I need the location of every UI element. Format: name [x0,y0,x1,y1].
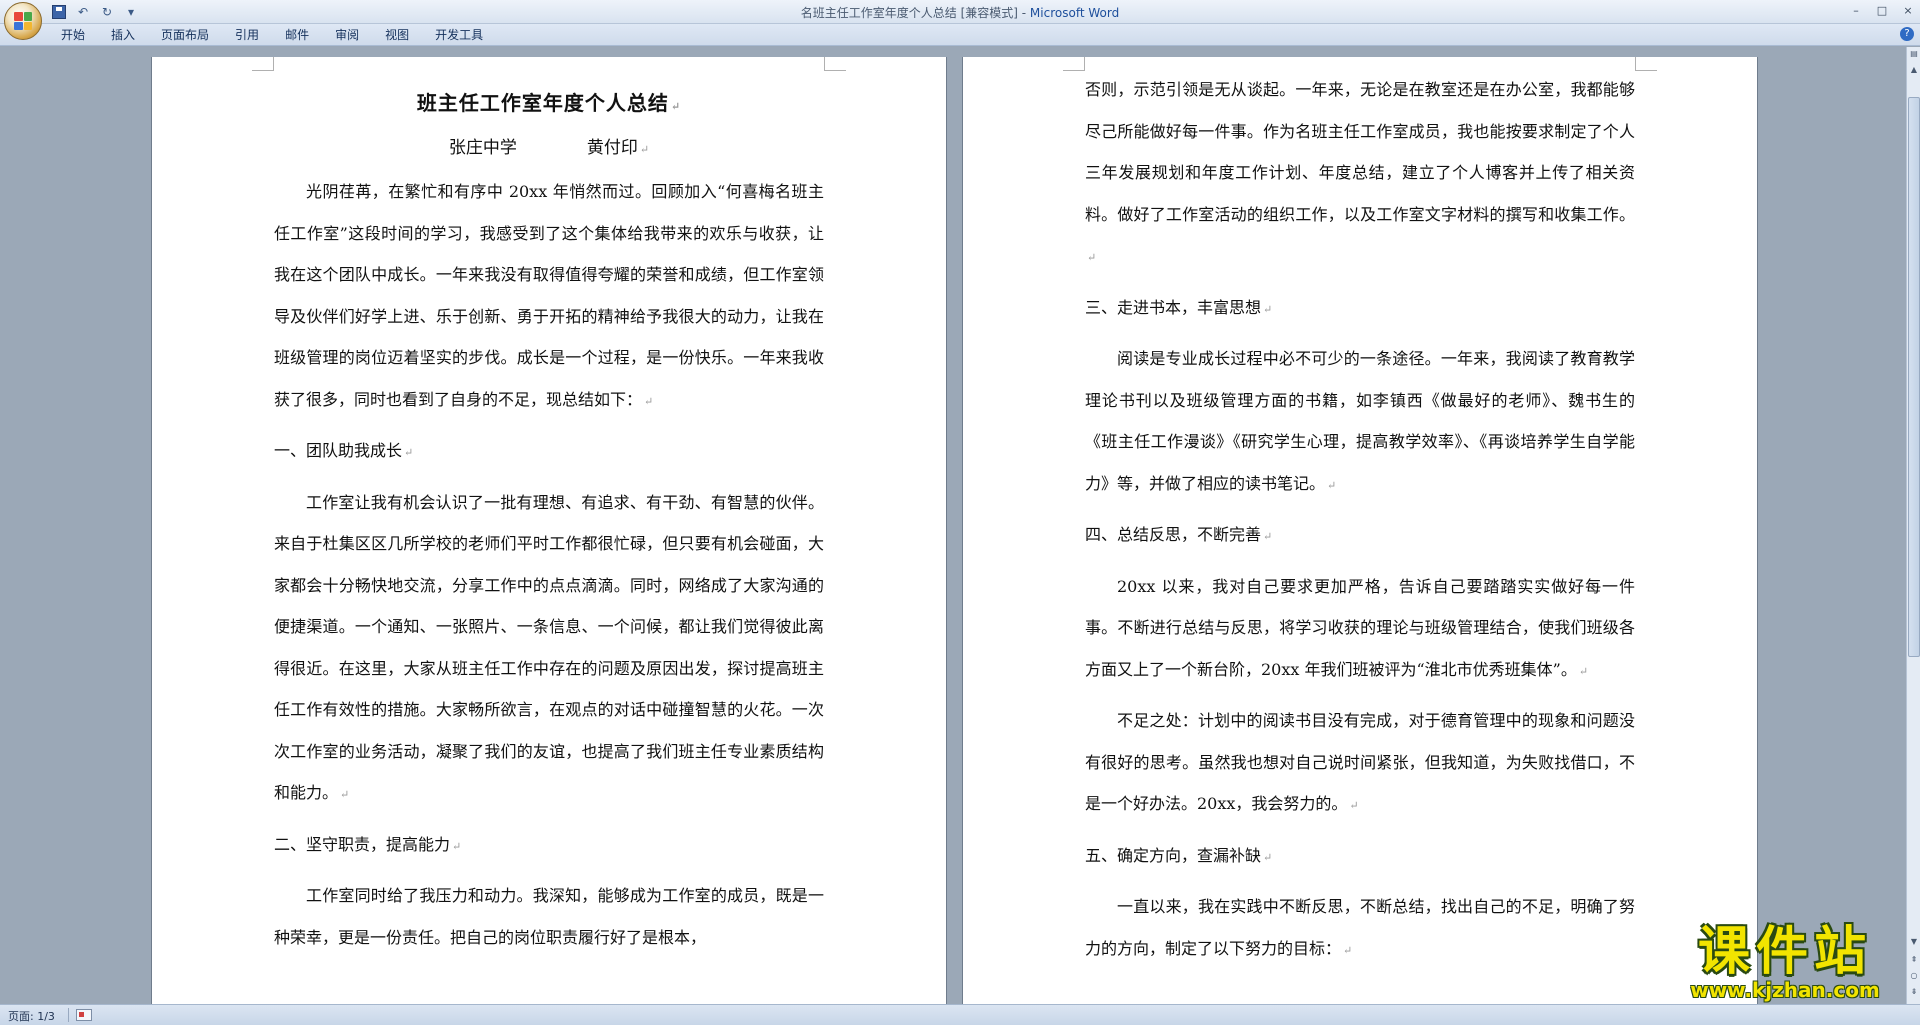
section-heading-2: 二、坚守职责，提高能力 ↵ [274,834,462,854]
paragraph-mark-icon: ↵ [404,446,414,459]
paragraph-mark-icon: ↵ [1263,302,1273,316]
app-name: Microsoft Word [1029,6,1120,20]
next-page-icon[interactable]: ⇟ [1908,985,1920,999]
vertical-scrollbar[interactable]: ▤ ▲ ▼ ⇞ ○ ⇟ [1906,47,1920,1004]
close-button[interactable]: × [1900,2,1916,18]
office-button[interactable] [4,2,42,40]
window-title: 名班主任工作室年度个人总结 [兼容模式] - Microsoft Word [0,4,1920,21]
maximize-button[interactable]: □ [1874,2,1890,18]
section-heading-4: 四、总结反思，不断完善 ↵ [1085,525,1273,544]
paragraph-mark-icon: ↵ [1263,530,1273,543]
ribbon: 开始 插入 页面布局 引用 邮件 审阅 视图 开发工具 ? [0,24,1920,46]
redo-button[interactable]: ↻ [98,3,116,20]
paragraph-mark-icon: ↵ [1087,251,1097,264]
section-heading-1: 一、团队助我成长 ↵ [274,441,414,460]
scrollbar-thumb[interactable] [1908,97,1920,657]
margin-corner-mark [252,57,274,71]
paragraph-mark-icon: ↵ [340,788,350,801]
tab-page-layout[interactable]: 页面布局 [148,27,222,44]
tab-insert[interactable]: 插入 [98,27,148,44]
page-2-content: 否则，示范引领是无从谈起。一年来，无论是在教室还是在办公室，我都能够尽己所能做好… [1085,69,1635,971]
tab-references[interactable]: 引用 [222,27,272,44]
section-3-paragraph: 阅读是专业成长过程中必不可少的一条途径。一年来，我阅读了教育教学理论书刊以及班级… [1085,349,1635,493]
tab-developer[interactable]: 开发工具 [422,27,496,44]
watermark-text: 课件站 [1697,922,1872,982]
chevron-down-icon: ▾ [127,4,135,19]
section-heading-3: 三、走进书本，丰富思想 ↵ [1085,297,1273,317]
intro-paragraph: 光阴荏苒，在繁忙和有序中 20xx 年悄然而过。回顾加入“何喜梅名班主任工作室”… [274,182,824,409]
help-icon[interactable]: ? [1900,27,1914,41]
scroll-up-icon[interactable]: ▲ [1908,63,1920,77]
document-title: 班主任工作室年度个人总结 ↵ [416,91,682,115]
school-name: 张庄中学 [448,138,517,158]
ribbon-tabs: 开始 插入 页面布局 引用 邮件 审阅 视图 开发工具 [48,27,496,44]
paragraph-mark-icon: ↵ [1578,664,1589,678]
shortcomings-paragraph: 不足之处：计划中的阅读书目没有完成，对于德育管理中的现象和问题没有很好的思考。虽… [1085,711,1635,813]
paragraph-mark-icon: ↵ [1327,478,1337,492]
section-2-paragraph: 工作室同时给了我压力和动力。我深知，能够成为工作室的成员，既是一种荣幸，更是一份… [274,886,824,947]
section-1-paragraph: 工作室让我有机会认识了一批有理想、有追求、有干劲、有智慧的伙伴。来自于杜集区区几… [274,492,824,803]
paragraph-mark-icon: ↵ [670,100,682,113]
page-indicator[interactable]: 页面: 1/3 [8,1008,55,1024]
author-name: 黄付印 [586,138,638,158]
title-bar: ↶ ↻ ▾ 名班主任工作室年度个人总结 [兼容模式] - Microsoft W… [0,0,1920,40]
paragraph-mark-icon: ↵ [639,143,650,156]
save-icon [52,4,66,19]
ruler-toggle-icon[interactable]: ▤ [1908,47,1920,61]
tab-home[interactable]: 开始 [48,27,98,44]
office-logo-icon [14,12,32,30]
margin-corner-mark [1063,57,1085,71]
tab-mailings[interactable]: 邮件 [272,27,322,44]
watermark-url: www.kjzhan.com [1690,978,1880,1002]
paragraph-mark-icon: ↵ [644,394,654,408]
minimize-button[interactable]: – [1848,2,1864,18]
customize-qat-button[interactable]: ▾ [122,3,140,20]
proofing-status-icon[interactable] [76,1009,92,1021]
paragraph-mark-icon: ↵ [1343,943,1353,957]
tab-review[interactable]: 审阅 [322,27,372,44]
window-controls: – □ × [1848,2,1916,18]
paragraph-mark-icon: ↵ [452,839,462,853]
document-page-1[interactable]: 班主任工作室年度个人总结 ↵ 张庄中学 黄付印 ↵ 光阴荏苒，在繁忙和有序中 20xx… [152,57,946,1004]
status-divider [68,1008,69,1022]
tab-view[interactable]: 视图 [372,27,422,44]
quick-access-toolbar: ↶ ↻ ▾ [50,3,140,20]
document-workspace: 班主任工作室年度个人总结 ↵ 张庄中学 黄付印 ↵ 光阴荏苒，在繁忙和有序中 20xx… [0,47,1906,1004]
status-bar: 页面: 1/3 [0,1004,1920,1025]
document-page-2[interactable]: 否则，示范引领是无从谈起。一年来，无论是在教室还是在办公室，我都能够尽己所能做好… [963,57,1757,1004]
section-4-paragraph: 20xx 以来，我对自己要求更加严格，告诉自己要踏踏实实做好每一件事。不断进行总… [1085,576,1635,679]
undo-icon: ↶ [77,4,89,19]
section-heading-5: 五、确定方向，查漏补缺 ↵ [1085,845,1273,865]
redo-icon: ↻ [101,4,113,19]
margin-corner-mark [1635,57,1657,71]
section-5-paragraph: 一直以来，我在实践中不断反思，不断总结，找出自己的不足，明确了努力的方向，制定了… [1085,897,1635,958]
browse-object-icon[interactable]: ○ [1908,969,1920,983]
margin-corner-mark [824,57,846,71]
previous-page-icon[interactable]: ⇞ [1908,953,1920,967]
section-2-continued-paragraph: 否则，示范引领是无从谈起。一年来，无论是在教室还是在办公室，我都能够尽己所能做好… [1085,80,1635,264]
byline: 张庄中学 黄付印 ↵ [274,133,824,163]
paragraph-mark-icon: ↵ [1349,799,1359,812]
scroll-down-icon[interactable]: ▼ [1908,935,1920,949]
undo-button[interactable]: ↶ [74,3,92,20]
watermark-logo: 课件站 www.kjzhan.com [1665,925,1905,1003]
document-name: 名班主任工作室年度个人总结 [兼容模式] - [800,6,1030,20]
save-button[interactable] [50,3,68,20]
page-1-content: 班主任工作室年度个人总结 ↵ 张庄中学 黄付印 ↵ 光阴荏苒，在繁忙和有序中 20xx… [274,57,824,958]
paragraph-mark-icon: ↵ [1263,850,1273,864]
